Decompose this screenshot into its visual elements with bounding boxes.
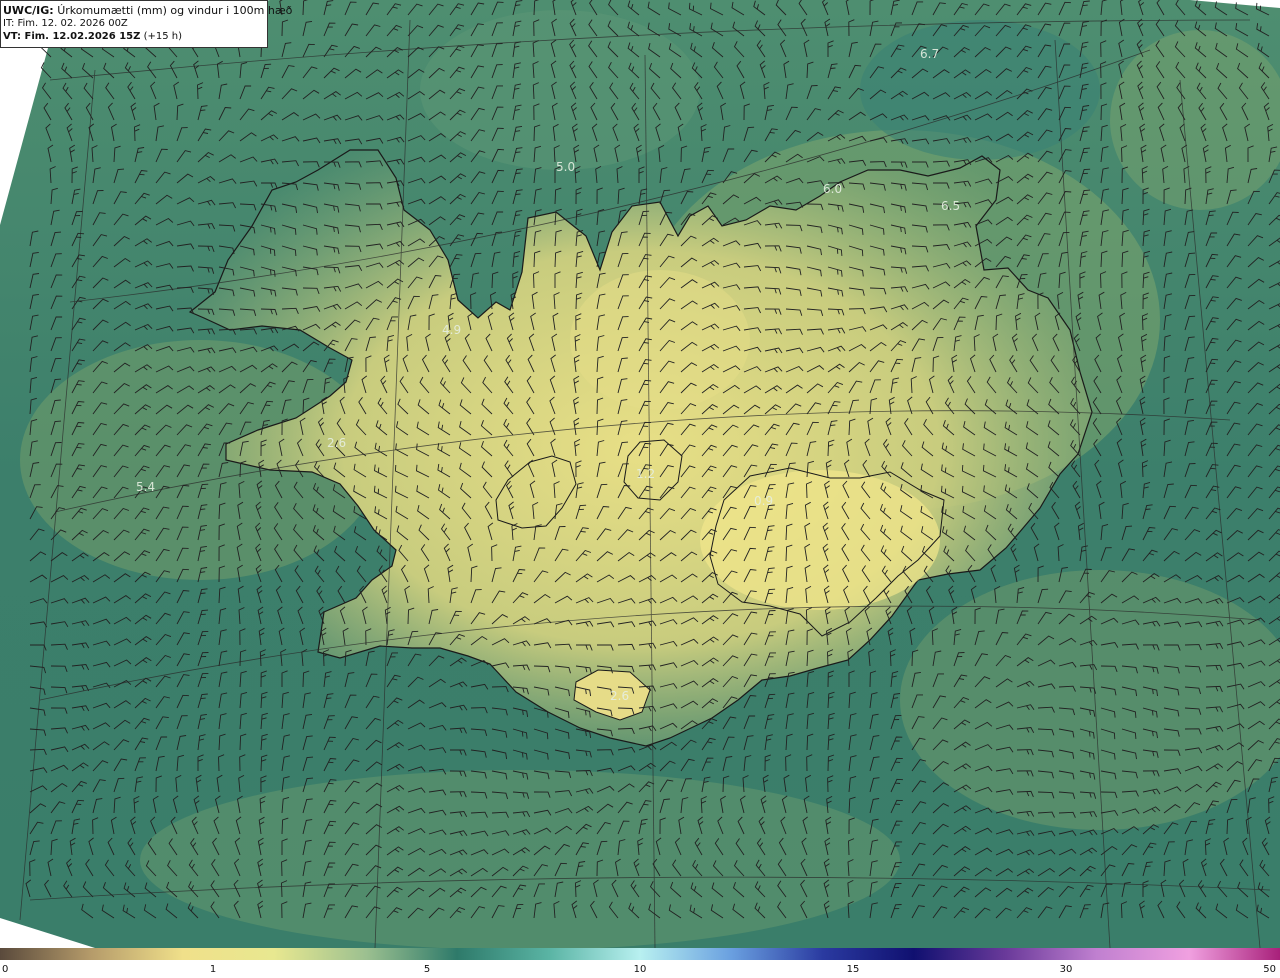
colorbar-ticks: 0 1 5 10 15 30 50	[0, 960, 1280, 978]
label-west-4-9: 4.9	[442, 323, 461, 337]
init-time: IT: Fim. 12. 02. 2026 00Z	[3, 18, 128, 29]
colorbar-tick: 5	[423, 964, 431, 975]
label-north-6-7: 6.7	[920, 47, 939, 61]
weather-map: 6.7 5.0 6.0 6.5 4.9 2.6 5.4 1.2 0.9 2.6	[0, 0, 1280, 948]
label-west-2-6: 2.6	[327, 436, 346, 450]
valid-time: VT: Fim. 12.02.2026 15Z	[3, 31, 141, 42]
label-north-5-0: 5.0	[556, 160, 575, 174]
valid-time-line: VT: Fim. 12.02.2026 15Z (+15 h)	[3, 30, 267, 43]
label-southeast-0-9: 0.9	[754, 494, 773, 508]
title-line: UWC/IG: Úrkomumætti (mm) og vindur i 100…	[3, 4, 292, 17]
label-south-2-6: 2.6	[610, 689, 629, 703]
model-prefix: UWC/IG:	[3, 4, 54, 17]
lead-time: (+15 h)	[143, 31, 182, 42]
label-northeast-6-0: 6.0	[823, 182, 842, 196]
colorbar-tick: 10	[633, 964, 647, 975]
label-west-5-4: 5.4	[136, 480, 155, 494]
colorbar-tick: 0	[2, 964, 9, 975]
label-central-1-2: 1.2	[636, 467, 655, 481]
colorbar-tick: 30	[1059, 964, 1073, 975]
land-highlight	[700, 470, 940, 610]
info-box: UWC/IG: Úrkomumætti (mm) og vindur i 100…	[0, 0, 292, 48]
map-title: Úrkomumætti (mm) og vindur i 100m hæð	[57, 4, 293, 17]
colorbar	[0, 948, 1280, 960]
label-northeast-6-5: 6.5	[941, 199, 960, 213]
colorbar-tick: 1	[209, 964, 217, 975]
colorbar-tick: 15	[846, 964, 860, 975]
colorbar-tick: 50	[1263, 964, 1276, 975]
